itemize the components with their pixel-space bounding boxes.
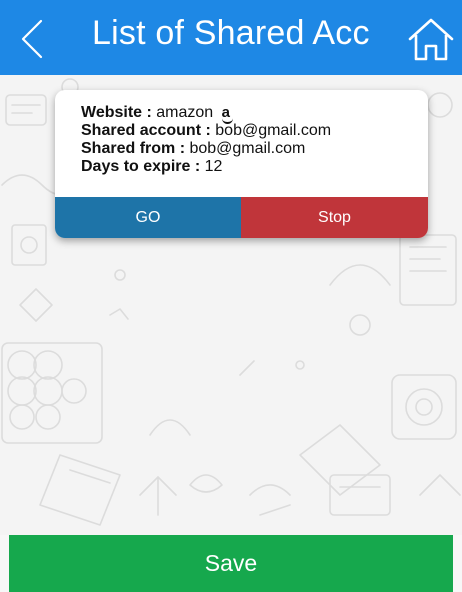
shared-from-row: Shared from : bob@gmail.com: [81, 140, 428, 158]
shared-from-label: Shared from :: [81, 140, 186, 157]
chevron-left-icon: [21, 19, 43, 59]
days-to-expire-value: 12: [204, 158, 223, 175]
stop-button[interactable]: Stop: [241, 197, 428, 238]
shared-account-card: Website : amazon a Shared account : bob@…: [55, 90, 428, 238]
page-title: List of Shared Acc: [92, 14, 370, 52]
shared-account-value: bob@gmail.com: [215, 122, 332, 139]
content-area: Website : amazon a Shared account : bob@…: [0, 75, 462, 535]
days-to-expire-label: Days to expire :: [81, 158, 201, 175]
shared-account-label: Shared account :: [81, 122, 211, 139]
home-button[interactable]: [406, 14, 456, 64]
go-button[interactable]: GO: [55, 197, 241, 238]
website-row: Website : amazon a: [81, 104, 428, 124]
amazon-logo-icon: a: [221, 104, 234, 124]
home-icon: [408, 18, 454, 61]
card-details: Website : amazon a Shared account : bob@…: [55, 90, 428, 176]
website-label: Website :: [81, 104, 152, 121]
header-bar: List of Shared Acc: [0, 0, 462, 75]
back-button[interactable]: [14, 18, 50, 60]
app-screen: List of Shared Acc Website: amazon a Sh…: [0, 0, 462, 592]
card-actions: GO Stop: [55, 197, 428, 238]
shared-from-value: bob@gmail.com: [189, 140, 306, 157]
website-value: amazon: [156, 104, 214, 121]
days-to-expire-row: Days to expire : 12: [81, 158, 428, 176]
save-button[interactable]: Save: [9, 535, 453, 592]
shared-account-row: Shared account : bob@gmail.com: [81, 122, 428, 140]
